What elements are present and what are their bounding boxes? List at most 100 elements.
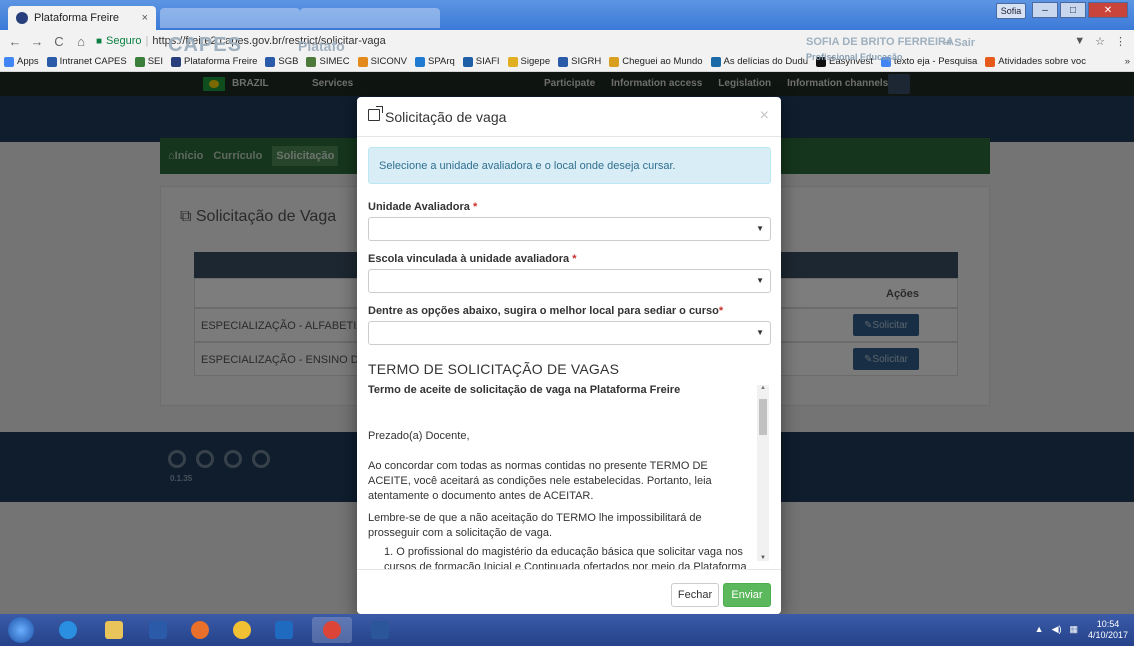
termo-heading: Termo de aceite de solicitação de vaga n…	[368, 384, 681, 396]
chrome-icon	[233, 621, 251, 639]
url-separator: |	[145, 35, 149, 47]
enviar-button[interactable]: Enviar	[723, 583, 771, 607]
internet-explorer-icon	[59, 621, 77, 639]
taskbar-chrome-active[interactable]	[312, 617, 352, 643]
termo-scrollbox[interactable]: Termo de aceite de solicitação de vaga n…	[368, 381, 771, 571]
chrome-icon	[323, 621, 341, 639]
browser-tab-inactive[interactable]	[300, 8, 440, 28]
bookmark-favicon-icon	[357, 56, 368, 67]
bookmarks-overflow-icon[interactable]: »	[1125, 56, 1130, 67]
external-link-icon	[368, 106, 383, 121]
taskbar-word[interactable]	[360, 617, 400, 643]
browser-profile-button[interactable]: Sofia	[996, 3, 1026, 19]
termo-greeting: Prezado(a) Docente,	[368, 430, 470, 442]
toolbar-right: ▼ ☆ ⋮	[1074, 35, 1126, 48]
bookmark-item[interactable]: SGB	[265, 56, 298, 67]
scroll-up-icon[interactable]: ▲	[760, 385, 766, 391]
taskbar-clock[interactable]: 10:54 4/10/2017	[1088, 619, 1128, 641]
unidade-avaliadora-select[interactable]: ▼	[368, 217, 771, 241]
logout-icon: ⇥	[942, 37, 955, 49]
volume-icon[interactable]: ◀)	[1052, 624, 1062, 635]
window-controls: – □ ✕	[1032, 2, 1128, 20]
modal-close-icon[interactable]: ×	[760, 107, 769, 125]
termo-list-item: 1. O profissional do magistério da educa…	[384, 546, 747, 571]
browser-menu-icon[interactable]: ⋮	[1115, 35, 1126, 48]
network-icon[interactable]: ▦	[1069, 624, 1078, 635]
bookmark-favicon-icon	[710, 56, 721, 67]
reload-icon[interactable]: C	[52, 34, 66, 49]
word-icon	[371, 621, 389, 639]
forward-arrow-icon[interactable]: →	[30, 34, 44, 49]
taskbar-ie[interactable]	[48, 617, 88, 643]
taskbar-explorer[interactable]	[94, 617, 134, 643]
bookmark-item[interactable]: SIMEC	[306, 56, 350, 67]
bookmark-item[interactable]: Apps	[4, 56, 39, 67]
bookmark-favicon-icon	[609, 56, 620, 67]
back-arrow-icon[interactable]: ←	[8, 34, 22, 49]
termo-scrollbar[interactable]: ▲ ▼	[757, 385, 769, 561]
windows-start-icon[interactable]	[8, 617, 34, 643]
bookmark-item[interactable]: SIAFI	[462, 56, 500, 67]
tray-arrow-icon[interactable]: ▲	[1035, 624, 1044, 635]
bookmark-favicon-icon	[507, 56, 518, 67]
fechar-button[interactable]: Fechar	[671, 583, 719, 607]
caret-down-icon: ▼	[756, 276, 764, 285]
local-sede-label: Dentre as opções abaixo, sugira o melhor…	[368, 305, 724, 317]
tab-title: Plataforma Freire	[34, 12, 119, 24]
extension-icon[interactable]: ▼	[1074, 35, 1085, 48]
bookmark-item[interactable]: As delícias do Dudu	[710, 56, 808, 67]
folder-icon	[105, 621, 123, 639]
scrollbar-thumb[interactable]	[759, 399, 767, 435]
taskbar-media[interactable]	[138, 617, 178, 643]
taskbar-chrome[interactable]	[222, 617, 262, 643]
home-icon[interactable]: ⌂	[74, 34, 88, 49]
bookmark-item[interactable]: Sigepe	[507, 56, 550, 67]
taskbar-outlook[interactable]	[264, 617, 304, 643]
bookmark-item[interactable]: Plataforma Freire	[171, 56, 257, 67]
media-player-icon	[149, 621, 167, 639]
bookmark-favicon-icon	[558, 56, 569, 67]
escola-vinculada-label: Escola vinculada à unidade avaliadora *	[368, 253, 577, 265]
logout-link[interactable]: ⇥ Sair	[942, 36, 975, 49]
bookmark-item[interactable]: SPArq	[415, 56, 455, 67]
taskbar-firefox[interactable]	[180, 617, 220, 643]
escola-vinculada-select[interactable]: ▼	[368, 269, 771, 293]
clock-time: 10:54	[1096, 619, 1120, 629]
bookmark-favicon-icon	[46, 56, 57, 67]
platform-name: Platafo	[298, 38, 345, 54]
info-alert: Selecione a unidade avaliadora e o local…	[368, 147, 771, 184]
maximize-button[interactable]: □	[1060, 2, 1086, 18]
bookmark-item[interactable]: SIGRH	[558, 56, 601, 67]
user-role: Profissional Educação	[806, 52, 903, 62]
bookmark-item[interactable]: SEI	[134, 56, 163, 67]
bookmark-favicon-icon	[134, 56, 145, 67]
bookmark-item[interactable]: Intranet CAPES	[46, 56, 127, 67]
close-window-button[interactable]: ✕	[1088, 2, 1128, 18]
bookmark-item[interactable]: SICONV	[357, 56, 407, 67]
modal-title: Solicitação de vaga	[385, 109, 507, 125]
outlook-icon	[275, 621, 293, 639]
lock-icon: ■	[96, 35, 103, 47]
bookmark-favicon-icon	[171, 56, 182, 67]
local-sede-select[interactable]: ▼	[368, 321, 771, 345]
system-tray: ▲ ◀) ▦	[1035, 624, 1078, 635]
solicitacao-modal: Solicitação de vaga × Selecione a unidad…	[357, 97, 781, 614]
scroll-down-icon[interactable]: ▼	[760, 555, 766, 561]
termo-paragraph: Lembre-se de que a não aceitação do TERM…	[368, 512, 702, 539]
user-name: SOFIA DE BRITO FERREIRA	[806, 36, 954, 48]
minimize-button[interactable]: –	[1032, 2, 1058, 18]
unidade-avaliadora-label: Unidade Avaliadora *	[368, 201, 478, 213]
bookmark-item[interactable]: Cheguei ao Mundo	[609, 56, 703, 67]
bookmark-favicon-icon	[462, 56, 473, 67]
capes-logo: CAPES	[168, 34, 242, 56]
browser-tab-inactive[interactable]	[160, 8, 300, 28]
termo-paragraph: Ao concordar com todas as normas contida…	[368, 460, 712, 502]
windows-taskbar: ▲ ◀) ▦ 10:54 4/10/2017	[0, 614, 1134, 646]
bookmark-item[interactable]: Atividades sobre voc	[985, 56, 1086, 67]
tab-close-icon[interactable]: ×	[142, 12, 148, 24]
browser-tab-active[interactable]: Plataforma Freire ×	[8, 6, 156, 30]
secure-label: Seguro	[106, 35, 142, 47]
firefox-icon	[191, 621, 209, 639]
apps-grid-icon	[4, 56, 14, 67]
bookmark-star-icon[interactable]: ☆	[1095, 35, 1105, 48]
